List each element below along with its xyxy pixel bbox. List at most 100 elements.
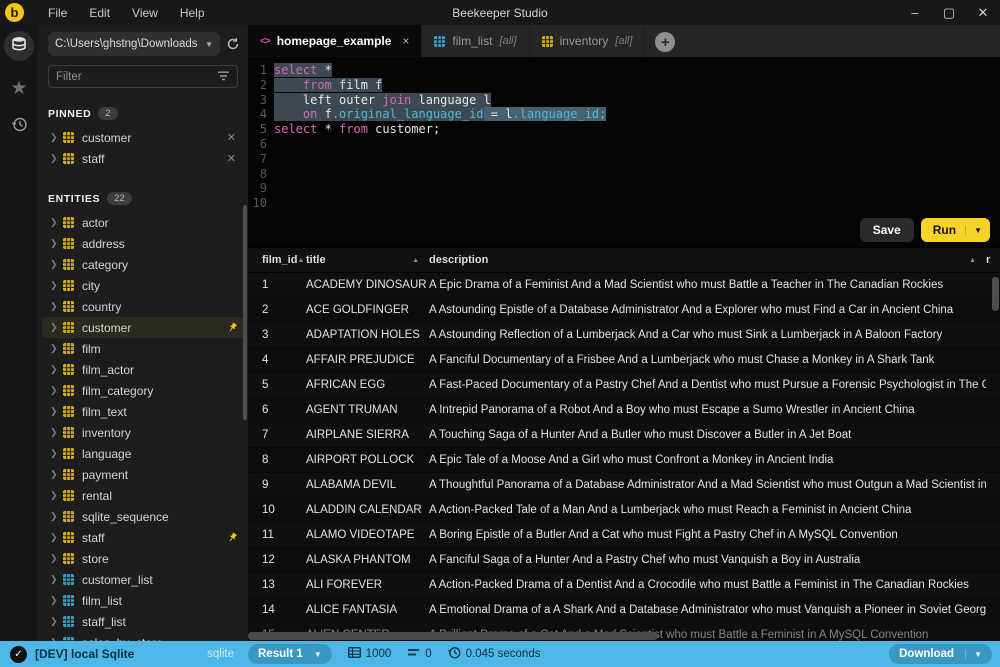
timer-icon xyxy=(448,646,461,662)
chevron-right-icon[interactable]: ❯ xyxy=(50,153,63,164)
cell-title: ALASKA PHANTOM xyxy=(306,554,429,566)
entity-item-inventory[interactable]: ❯inventory xyxy=(38,422,248,443)
table-row[interactable]: 12ALASKA PHANTOMA Fanciful Saga of a Hun… xyxy=(248,548,1000,573)
chevron-right-icon[interactable]: ❯ xyxy=(50,385,63,396)
favorites-nav-button[interactable]: ★ xyxy=(10,79,27,98)
chevron-right-icon[interactable]: ❯ xyxy=(50,217,63,228)
close-tab-icon[interactable]: × xyxy=(402,34,409,48)
new-tab-button[interactable]: + xyxy=(655,32,675,52)
entity-item-rental[interactable]: ❯rental xyxy=(38,485,248,506)
column-header-title[interactable]: title ▲ xyxy=(306,254,429,266)
chevron-right-icon[interactable]: ❯ xyxy=(50,490,63,501)
menu-edit[interactable]: Edit xyxy=(79,3,120,23)
entity-item-country[interactable]: ❯country xyxy=(38,296,248,317)
chevron-right-icon[interactable]: ❯ xyxy=(50,448,63,459)
chevron-right-icon[interactable]: ❯ xyxy=(50,553,63,564)
table-row[interactable]: 11ALAMO VIDEOTAPEA Boring Epistle of a B… xyxy=(248,523,1000,548)
tab-film_list[interactable]: film_list[all] xyxy=(422,25,529,57)
table-row[interactable]: 3ADAPTATION HOLESA Astounding Reflection… xyxy=(248,323,1000,348)
connection-selector[interactable]: C:\Users\ghstng\Downloads ▼ xyxy=(48,32,220,56)
entity-item-film[interactable]: ❯film xyxy=(38,338,248,359)
chevron-right-icon[interactable]: ❯ xyxy=(50,364,63,375)
sql-editor[interactable]: 1select *2 from film f3 left outer join … xyxy=(248,57,1000,247)
table-row[interactable]: 2ACE GOLDFINGERA Astounding Epistle of a… xyxy=(248,298,1000,323)
menu-view[interactable]: View xyxy=(122,3,168,23)
table-row[interactable]: 9ALABAMA DEVILA Thoughtful Panorama of a… xyxy=(248,473,1000,498)
chevron-right-icon[interactable]: ❯ xyxy=(50,532,63,543)
entity-item-film_category[interactable]: ❯film_category xyxy=(38,380,248,401)
entity-item-film_text[interactable]: ❯film_text xyxy=(38,401,248,422)
result-selector[interactable]: Result 1 ▼ xyxy=(248,644,332,664)
column-header-film-id[interactable]: film_id ▲ xyxy=(248,254,306,266)
chevron-right-icon[interactable]: ❯ xyxy=(50,132,63,143)
entity-item-store[interactable]: ❯store xyxy=(38,548,248,569)
chevron-right-icon[interactable]: ❯ xyxy=(50,406,63,417)
column-header-description[interactable]: description ▲ xyxy=(429,254,986,266)
sidebar-scrollbar[interactable] xyxy=(243,205,247,420)
entity-item-staff[interactable]: ❯staff xyxy=(38,527,248,548)
pinned-item-staff[interactable]: ❯staff✕ xyxy=(38,148,248,169)
chevron-right-icon[interactable]: ❯ xyxy=(50,637,63,641)
run-options-caret-icon[interactable]: ▼ xyxy=(965,226,990,235)
view-table-icon xyxy=(434,36,445,47)
table-row[interactable]: 10ALADDIN CALENDARA Action-Packed Tale o… xyxy=(248,498,1000,523)
maximize-button[interactable]: ▢ xyxy=(932,0,966,25)
table-row[interactable]: 13ALI FOREVERA Action-Packed Drama of a … xyxy=(248,573,1000,598)
pinned-section-header[interactable]: PINNED 2 xyxy=(38,107,248,120)
entity-item-film_actor[interactable]: ❯film_actor xyxy=(38,359,248,380)
entity-item-film_list[interactable]: ❯film_list xyxy=(38,590,248,611)
chevron-right-icon[interactable]: ❯ xyxy=(50,322,63,333)
minimize-button[interactable]: – xyxy=(898,0,932,25)
entity-item-payment[interactable]: ❯payment xyxy=(38,464,248,485)
close-button[interactable]: ✕ xyxy=(966,0,1000,25)
entity-item-customer[interactable]: ❯customer xyxy=(42,317,244,338)
entity-item-city[interactable]: ❯city xyxy=(38,275,248,296)
table-row[interactable]: 1ACADEMY DINOSAURA Epic Drama of a Femin… xyxy=(248,273,1000,298)
table-row[interactable]: 7AIRPLANE SIERRAA Touching Saga of a Hun… xyxy=(248,423,1000,448)
entity-item-staff_list[interactable]: ❯staff_list xyxy=(38,611,248,632)
unpin-close-icon[interactable]: ✕ xyxy=(225,152,238,165)
chevron-right-icon[interactable]: ❯ xyxy=(50,301,63,312)
chevron-right-icon[interactable]: ❯ xyxy=(50,616,63,627)
unpin-close-icon[interactable]: ✕ xyxy=(225,131,238,144)
run-button[interactable]: Run ▼ xyxy=(921,218,990,242)
chevron-right-icon[interactable]: ❯ xyxy=(50,238,63,249)
entities-section-header[interactable]: ENTITIES 22 xyxy=(38,192,248,205)
results-vertical-scrollbar[interactable] xyxy=(992,277,999,311)
menu-help[interactable]: Help xyxy=(170,3,215,23)
results-horizontal-scrollbar[interactable] xyxy=(248,632,658,640)
menu-file[interactable]: File xyxy=(38,3,77,23)
cell-film-id: 6 xyxy=(248,404,306,416)
chevron-right-icon[interactable]: ❯ xyxy=(50,343,63,354)
table-row[interactable]: 5AFRICAN EGGA Fast-Paced Documentary of … xyxy=(248,373,1000,398)
table-row[interactable]: 6AGENT TRUMANA Intrepid Panorama of a Ro… xyxy=(248,398,1000,423)
chevron-right-icon[interactable]: ❯ xyxy=(50,469,63,480)
entity-item-category[interactable]: ❯category xyxy=(38,254,248,275)
chevron-right-icon[interactable]: ❯ xyxy=(50,427,63,438)
refresh-button[interactable] xyxy=(226,37,240,51)
table-row[interactable]: 8AIRPORT POLLOCKA Epic Tale of a Moose A… xyxy=(248,448,1000,473)
chevron-right-icon[interactable]: ❯ xyxy=(50,280,63,291)
entity-item-sales_by_store[interactable]: ❯sales_by_store xyxy=(38,632,248,641)
pinned-item-customer[interactable]: ❯customer✕ xyxy=(38,127,248,148)
download-button[interactable]: Download ▼ xyxy=(889,644,992,664)
entity-item-customer_list[interactable]: ❯customer_list xyxy=(38,569,248,590)
table-row[interactable]: 14ALICE FANTASIAA Emotional Drama of a A… xyxy=(248,598,1000,623)
chevron-right-icon[interactable]: ❯ xyxy=(50,595,63,606)
chevron-right-icon[interactable]: ❯ xyxy=(50,259,63,270)
tables-nav-button[interactable] xyxy=(4,31,34,61)
tab-homepage_example[interactable]: <>homepage_example× xyxy=(248,25,422,57)
column-header-partial[interactable]: r xyxy=(986,254,1000,266)
filter-input[interactable] xyxy=(56,71,217,83)
entity-item-language[interactable]: ❯language xyxy=(38,443,248,464)
elapsed-value: 0.045 seconds xyxy=(466,648,541,660)
tab-inventory[interactable]: inventory[all] xyxy=(530,25,646,57)
chevron-right-icon[interactable]: ❯ xyxy=(50,511,63,522)
history-nav-button[interactable] xyxy=(11,116,28,138)
save-button[interactable]: Save xyxy=(860,218,914,242)
entity-item-address[interactable]: ❯address xyxy=(38,233,248,254)
table-row[interactable]: 4AFFAIR PREJUDICEA Fanciful Documentary … xyxy=(248,348,1000,373)
chevron-right-icon[interactable]: ❯ xyxy=(50,574,63,585)
entity-item-sqlite_sequence[interactable]: ❯sqlite_sequence xyxy=(38,506,248,527)
entity-item-actor[interactable]: ❯actor xyxy=(38,212,248,233)
